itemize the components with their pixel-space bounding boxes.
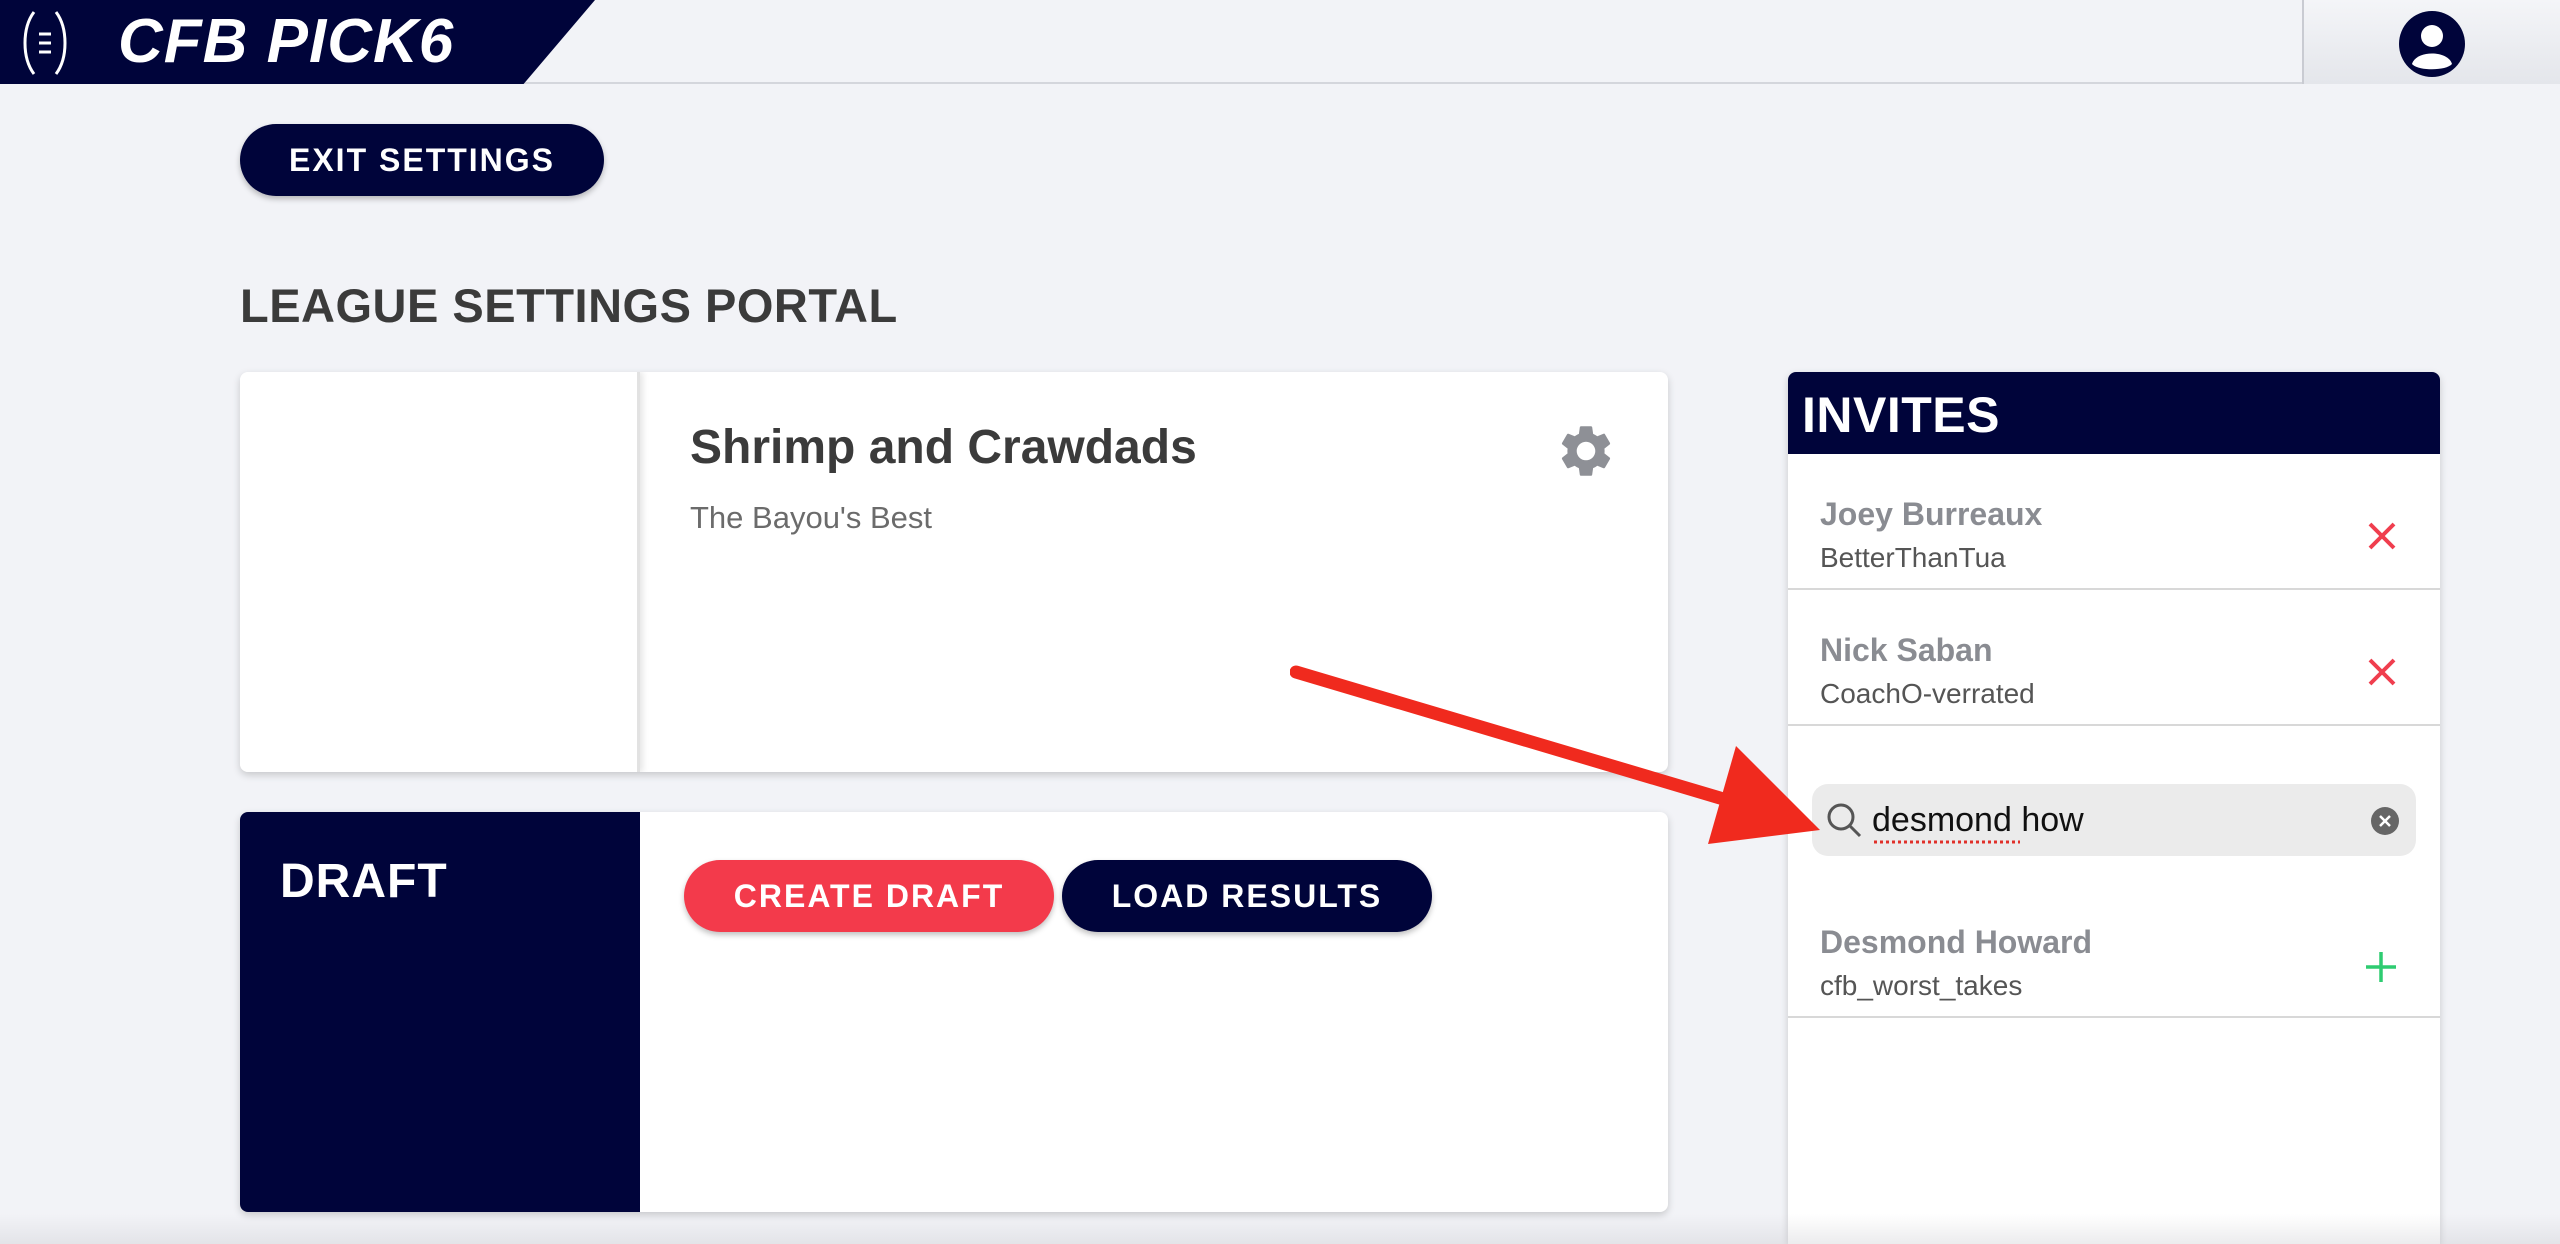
invite-search-input[interactable]: [1872, 794, 2352, 846]
invitee-name: Joey Burreaux: [1820, 496, 2043, 532]
football-menu-icon[interactable]: [20, 8, 70, 78]
user-avatar-icon[interactable]: [2398, 10, 2466, 78]
annotation-arrow-icon: [1290, 665, 1820, 844]
invite-row: Joey Burreaux BetterThanTua: [1788, 454, 2440, 590]
invites-header: INVITES: [1788, 372, 2440, 454]
invitee-name: Nick Saban: [1820, 632, 1993, 668]
result-username: cfb_worst_takes: [1820, 970, 2023, 1001]
load-results-button[interactable]: LOAD RESULTS: [1062, 860, 1432, 932]
result-name: Desmond Howard: [1820, 924, 2093, 960]
invite-row: Nick Saban CoachO-verrated: [1788, 590, 2440, 726]
draft-title: DRAFT: [280, 855, 448, 908]
create-draft-button[interactable]: CREATE DRAFT: [684, 860, 1054, 932]
invite-search-box[interactable]: [1812, 784, 2416, 856]
league-name: Shrimp and Crawdads: [690, 421, 1197, 474]
spellcheck-underline: [1874, 840, 2020, 844]
app-title[interactable]: CFB PICK6: [118, 6, 454, 77]
remove-x-icon[interactable]: [2366, 656, 2398, 688]
add-plus-icon[interactable]: [2364, 950, 2398, 984]
invites-panel: INVITES Joey Burreaux BetterThanTua Nick…: [1788, 372, 2440, 1244]
gear-icon[interactable]: [1555, 420, 1617, 482]
invitee-username: CoachO-verrated: [1820, 678, 2035, 709]
page-title: LEAGUE SETTINGS PORTAL: [240, 279, 898, 332]
top-navigation-bar: CFB PICK6: [0, 0, 2560, 84]
invitee-username: BetterThanTua: [1820, 542, 2006, 573]
draft-panel: DRAFT: [240, 812, 640, 1212]
search-icon: [1827, 803, 1862, 838]
league-subtitle: The Bayou's Best: [690, 500, 932, 535]
remove-x-icon[interactable]: [2366, 520, 2398, 552]
invites-title: INVITES: [1802, 387, 2000, 443]
exit-settings-button[interactable]: EXIT SETTINGS: [240, 124, 604, 196]
league-image-placeholder: [240, 372, 640, 772]
search-result-row: Desmond Howard cfb_worst_takes: [1788, 882, 2440, 1018]
clear-circle-icon[interactable]: [2370, 806, 2400, 836]
draft-card: DRAFT CREATE DRAFT LOAD RESULTS: [240, 812, 1668, 1212]
